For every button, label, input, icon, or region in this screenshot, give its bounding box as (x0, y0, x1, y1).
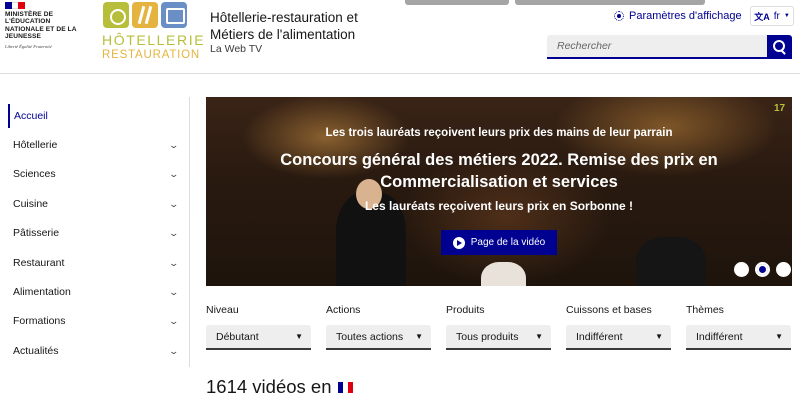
chevron-down-icon: ⌄ (168, 227, 180, 238)
brand-word-hotellerie: HÔTELLERIE (102, 32, 206, 48)
top-tabs (405, 0, 705, 5)
filter-label: Actions (326, 304, 361, 316)
carousel-dots (734, 262, 791, 277)
hero-title: Concours général des métiers 2022. Remis… (280, 151, 718, 191)
video-page-button-label: Page de la vidéo (470, 237, 546, 248)
hero-carousel: 17 Les trois lauréats reçoivent leurs pr… (206, 97, 792, 286)
sidebar-item-formations[interactable]: Formations ⌄ (8, 309, 180, 333)
filter-value: Toutes actions (336, 330, 404, 343)
brand-word-restauration: RESTAURATION (102, 49, 200, 61)
service-tagline: La Web TV (210, 43, 263, 55)
filter-produits: Produits Tous produits ▼ (446, 304, 551, 350)
language-selector[interactable]: 文A fr ▼ (750, 6, 794, 26)
sidebar-item-label: Alimentation (13, 286, 71, 298)
header-divider (0, 73, 800, 74)
chevron-down-icon: ▼ (775, 332, 783, 341)
french-flag-icon (5, 2, 26, 9)
ministry-logo[interactable]: Ministère de l'éducation nationale et de… (5, 2, 85, 49)
video-page-button[interactable]: Page de la vidéo (441, 230, 557, 255)
hero-kicker: Les trois lauréats reçoivent leurs prix … (325, 127, 673, 139)
sidebar-item-accueil[interactable]: Accueil (8, 104, 178, 128)
filter-select-themes[interactable]: Indifférent ▼ (686, 325, 791, 350)
filter-actions: Actions Toutes actions ▼ (326, 304, 431, 350)
chevron-down-icon: ⌄ (168, 286, 180, 297)
sidebar-item-cuisine[interactable]: Cuisine ⌄ (8, 192, 180, 216)
ministry-name: Ministère de l'éducation nationale et de… (5, 11, 77, 41)
sidebar-item-actualites[interactable]: Actualités ⌄ (8, 339, 180, 363)
chevron-down-icon: ▼ (535, 332, 543, 341)
sidebar-item-restaurant[interactable]: Restaurant ⌄ (8, 251, 180, 275)
filter-select-cuissons[interactable]: Indifférent ▼ (566, 325, 671, 350)
sidebar-item-label: Formations (13, 315, 66, 327)
carousel-dot-active[interactable] (755, 262, 770, 277)
search-box (547, 35, 767, 59)
french-flag-icon (337, 381, 354, 393)
top-tab[interactable] (515, 0, 705, 5)
chevron-down-icon: ⌄ (168, 315, 180, 326)
sidebar-item-label: Pâtisserie (13, 227, 60, 239)
display-settings-icon (614, 11, 624, 21)
chevron-down-icon: ▼ (295, 332, 303, 341)
plate-icon (103, 2, 129, 28)
display-settings-label: Paramètres d'affichage (629, 10, 742, 22)
filter-cuissons: Cuissons et bases Indifférent ▼ (566, 304, 671, 350)
chevron-down-icon: ▼ (783, 13, 790, 19)
results-count-text: 1614 vidéos en (206, 376, 332, 397)
chevron-down-icon: ⌄ (168, 198, 180, 209)
filter-select-niveau[interactable]: Débutant ▼ (206, 325, 311, 350)
filter-select-actions[interactable]: Toutes actions ▼ (326, 325, 431, 350)
search-button[interactable] (767, 35, 792, 59)
display-settings-button[interactable]: Paramètres d'affichage (614, 10, 742, 22)
filter-niveau: Niveau Débutant ▼ (206, 304, 311, 350)
chevron-down-icon: ⌄ (168, 139, 180, 150)
language-label: fr (773, 10, 780, 22)
carousel-dot[interactable] (734, 262, 749, 277)
sidebar-item-alimentation[interactable]: Alimentation ⌄ (8, 280, 180, 304)
play-icon (452, 236, 465, 249)
brand-logo[interactable]: HÔTELLERIE RESTAURATION (100, 0, 204, 64)
service-title[interactable]: Hôtellerie-restauration et Métiers de l'… (210, 9, 390, 43)
filter-value: Tous produits (456, 330, 519, 343)
cutlery-icon (132, 2, 158, 28)
filter-label: Produits (446, 304, 485, 316)
sidebar-item-label: Actualités (13, 345, 59, 357)
hero-subtitle: Les lauréats reçoivent leurs prix en Sor… (364, 199, 634, 213)
sidebar-item-label: Accueil (14, 110, 48, 122)
filter-value: Indifférent (696, 330, 743, 343)
carousel-dot[interactable] (776, 262, 791, 277)
results-count: 1614 vidéos en (206, 376, 354, 398)
sidebar-item-patisserie[interactable]: Pâtisserie ⌄ (8, 221, 180, 245)
filter-label: Niveau (206, 304, 239, 316)
translate-icon: 文A (754, 11, 770, 22)
top-tab[interactable] (405, 0, 509, 5)
sidebar-item-sciences[interactable]: Sciences ⌄ (8, 162, 180, 186)
sidebar-item-hotellerie[interactable]: Hôtellerie ⌄ (8, 133, 180, 157)
sidebar-item-label: Restaurant (13, 257, 65, 269)
sidebar-item-label: Sciences (13, 168, 56, 180)
filter-value: Débutant (216, 330, 259, 343)
chevron-down-icon: ⌄ (168, 257, 180, 268)
chevron-down-icon: ▼ (415, 332, 423, 341)
sidebar-item-label: Cuisine (13, 198, 49, 210)
sidebar-nav: Accueil Hôtellerie ⌄ Sciences ⌄ Cuisine … (0, 97, 190, 367)
screen-icon (161, 2, 187, 28)
filter-themes: Thèmes Indifférent ▼ (686, 304, 791, 350)
devise: Liberté Égalité Fraternité (5, 43, 52, 49)
chevron-down-icon: ⌄ (168, 168, 180, 179)
filter-label: Thèmes (686, 304, 724, 316)
filter-value: Indifférent (576, 330, 623, 343)
chevron-down-icon: ⌄ (168, 345, 180, 356)
filter-label: Cuissons et bases (566, 304, 652, 316)
search-input[interactable] (547, 35, 767, 57)
sidebar-item-label: Hôtellerie (13, 139, 58, 151)
chevron-down-icon: ▼ (655, 332, 663, 341)
channel-logo-icon: 17 (774, 103, 786, 114)
filter-select-produits[interactable]: Tous produits ▼ (446, 325, 551, 350)
